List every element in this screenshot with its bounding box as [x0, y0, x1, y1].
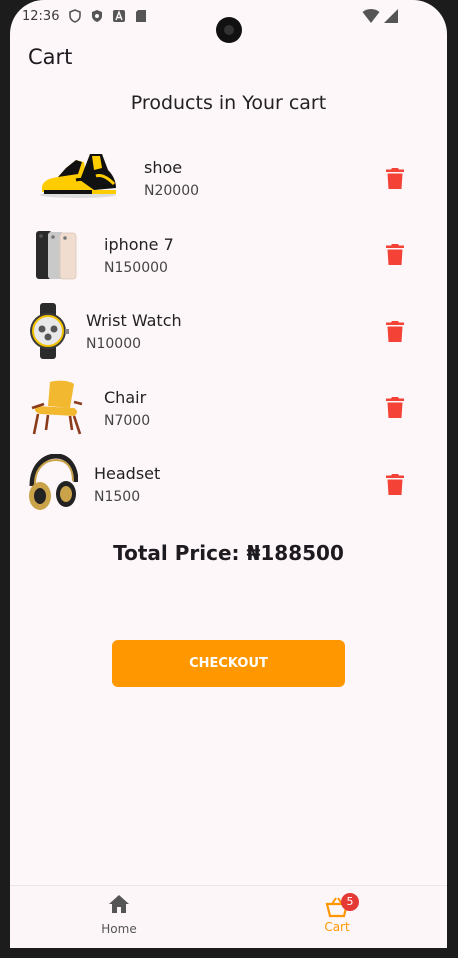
cart-item: Headset N1500 [10, 446, 447, 523]
play-protect-icon [92, 10, 102, 22]
front-camera [216, 17, 242, 43]
product-price: N150000 [104, 259, 168, 276]
font-icon [113, 10, 125, 22]
nav-cart[interactable]: 5 Cart [297, 893, 377, 934]
status-notification-icons [68, 9, 148, 23]
delete-item-button[interactable] [383, 319, 407, 343]
trash-icon [386, 397, 404, 418]
app-screen: 12:36 Cart Products in Your cart shoe N2… [10, 0, 447, 948]
cart-item: Wrist Watch N10000 [10, 293, 447, 370]
shield-icon [69, 9, 81, 23]
delete-item-button[interactable] [383, 472, 407, 496]
trash-icon [386, 473, 404, 495]
product-name: Wrist Watch [86, 311, 182, 330]
cart-item: Chair N7000 [10, 370, 447, 447]
sd-card-icon [136, 10, 146, 22]
checkout-button[interactable]: CHECKOUT [112, 640, 345, 687]
cart-count-badge: 5 [341, 893, 359, 911]
section-title: Products in Your cart [130, 92, 327, 114]
product-name: iphone 7 [104, 234, 174, 254]
iphone-image [34, 229, 80, 281]
delete-item-button[interactable] [383, 396, 407, 420]
delete-item-button[interactable] [383, 243, 407, 267]
status-system-icons [362, 8, 399, 24]
delete-item-button[interactable] [383, 166, 407, 190]
cart-item: shoe N20000 [10, 140, 447, 217]
nav-home-label: Home [101, 922, 137, 936]
status-bar: 12:36 [10, 0, 447, 43]
product-price: N20000 [144, 183, 200, 199]
bottom-navigation: Home 5 Cart [10, 885, 447, 948]
product-name: Headset [94, 464, 161, 483]
product-name: shoe [144, 158, 183, 177]
nav-home[interactable]: Home [79, 894, 159, 936]
product-name: Chair [104, 387, 147, 407]
cart-product-list: shoe N20000 iphone 7 N150000 Wrist Watch… [10, 140, 447, 523]
cart-item: iphone 7 N150000 [10, 217, 447, 294]
signal-icon [384, 9, 398, 23]
headset-image [26, 454, 78, 514]
nav-cart-label: Cart [324, 920, 350, 934]
product-price: N1500 [94, 489, 141, 505]
trash-icon [386, 167, 404, 189]
product-price: N10000 [86, 336, 142, 352]
chair-image [30, 378, 86, 436]
status-time: 12:36 [22, 9, 60, 24]
total-price: Total Price: ₦188500 [113, 541, 344, 565]
trash-icon [386, 320, 404, 342]
trash-icon [386, 244, 404, 265]
wifi-icon [362, 9, 380, 23]
sneaker-image [36, 150, 120, 200]
watch-image [28, 303, 70, 359]
home-icon [109, 895, 129, 913]
product-price: N7000 [104, 412, 151, 429]
app-bar-title: Cart [28, 45, 73, 69]
